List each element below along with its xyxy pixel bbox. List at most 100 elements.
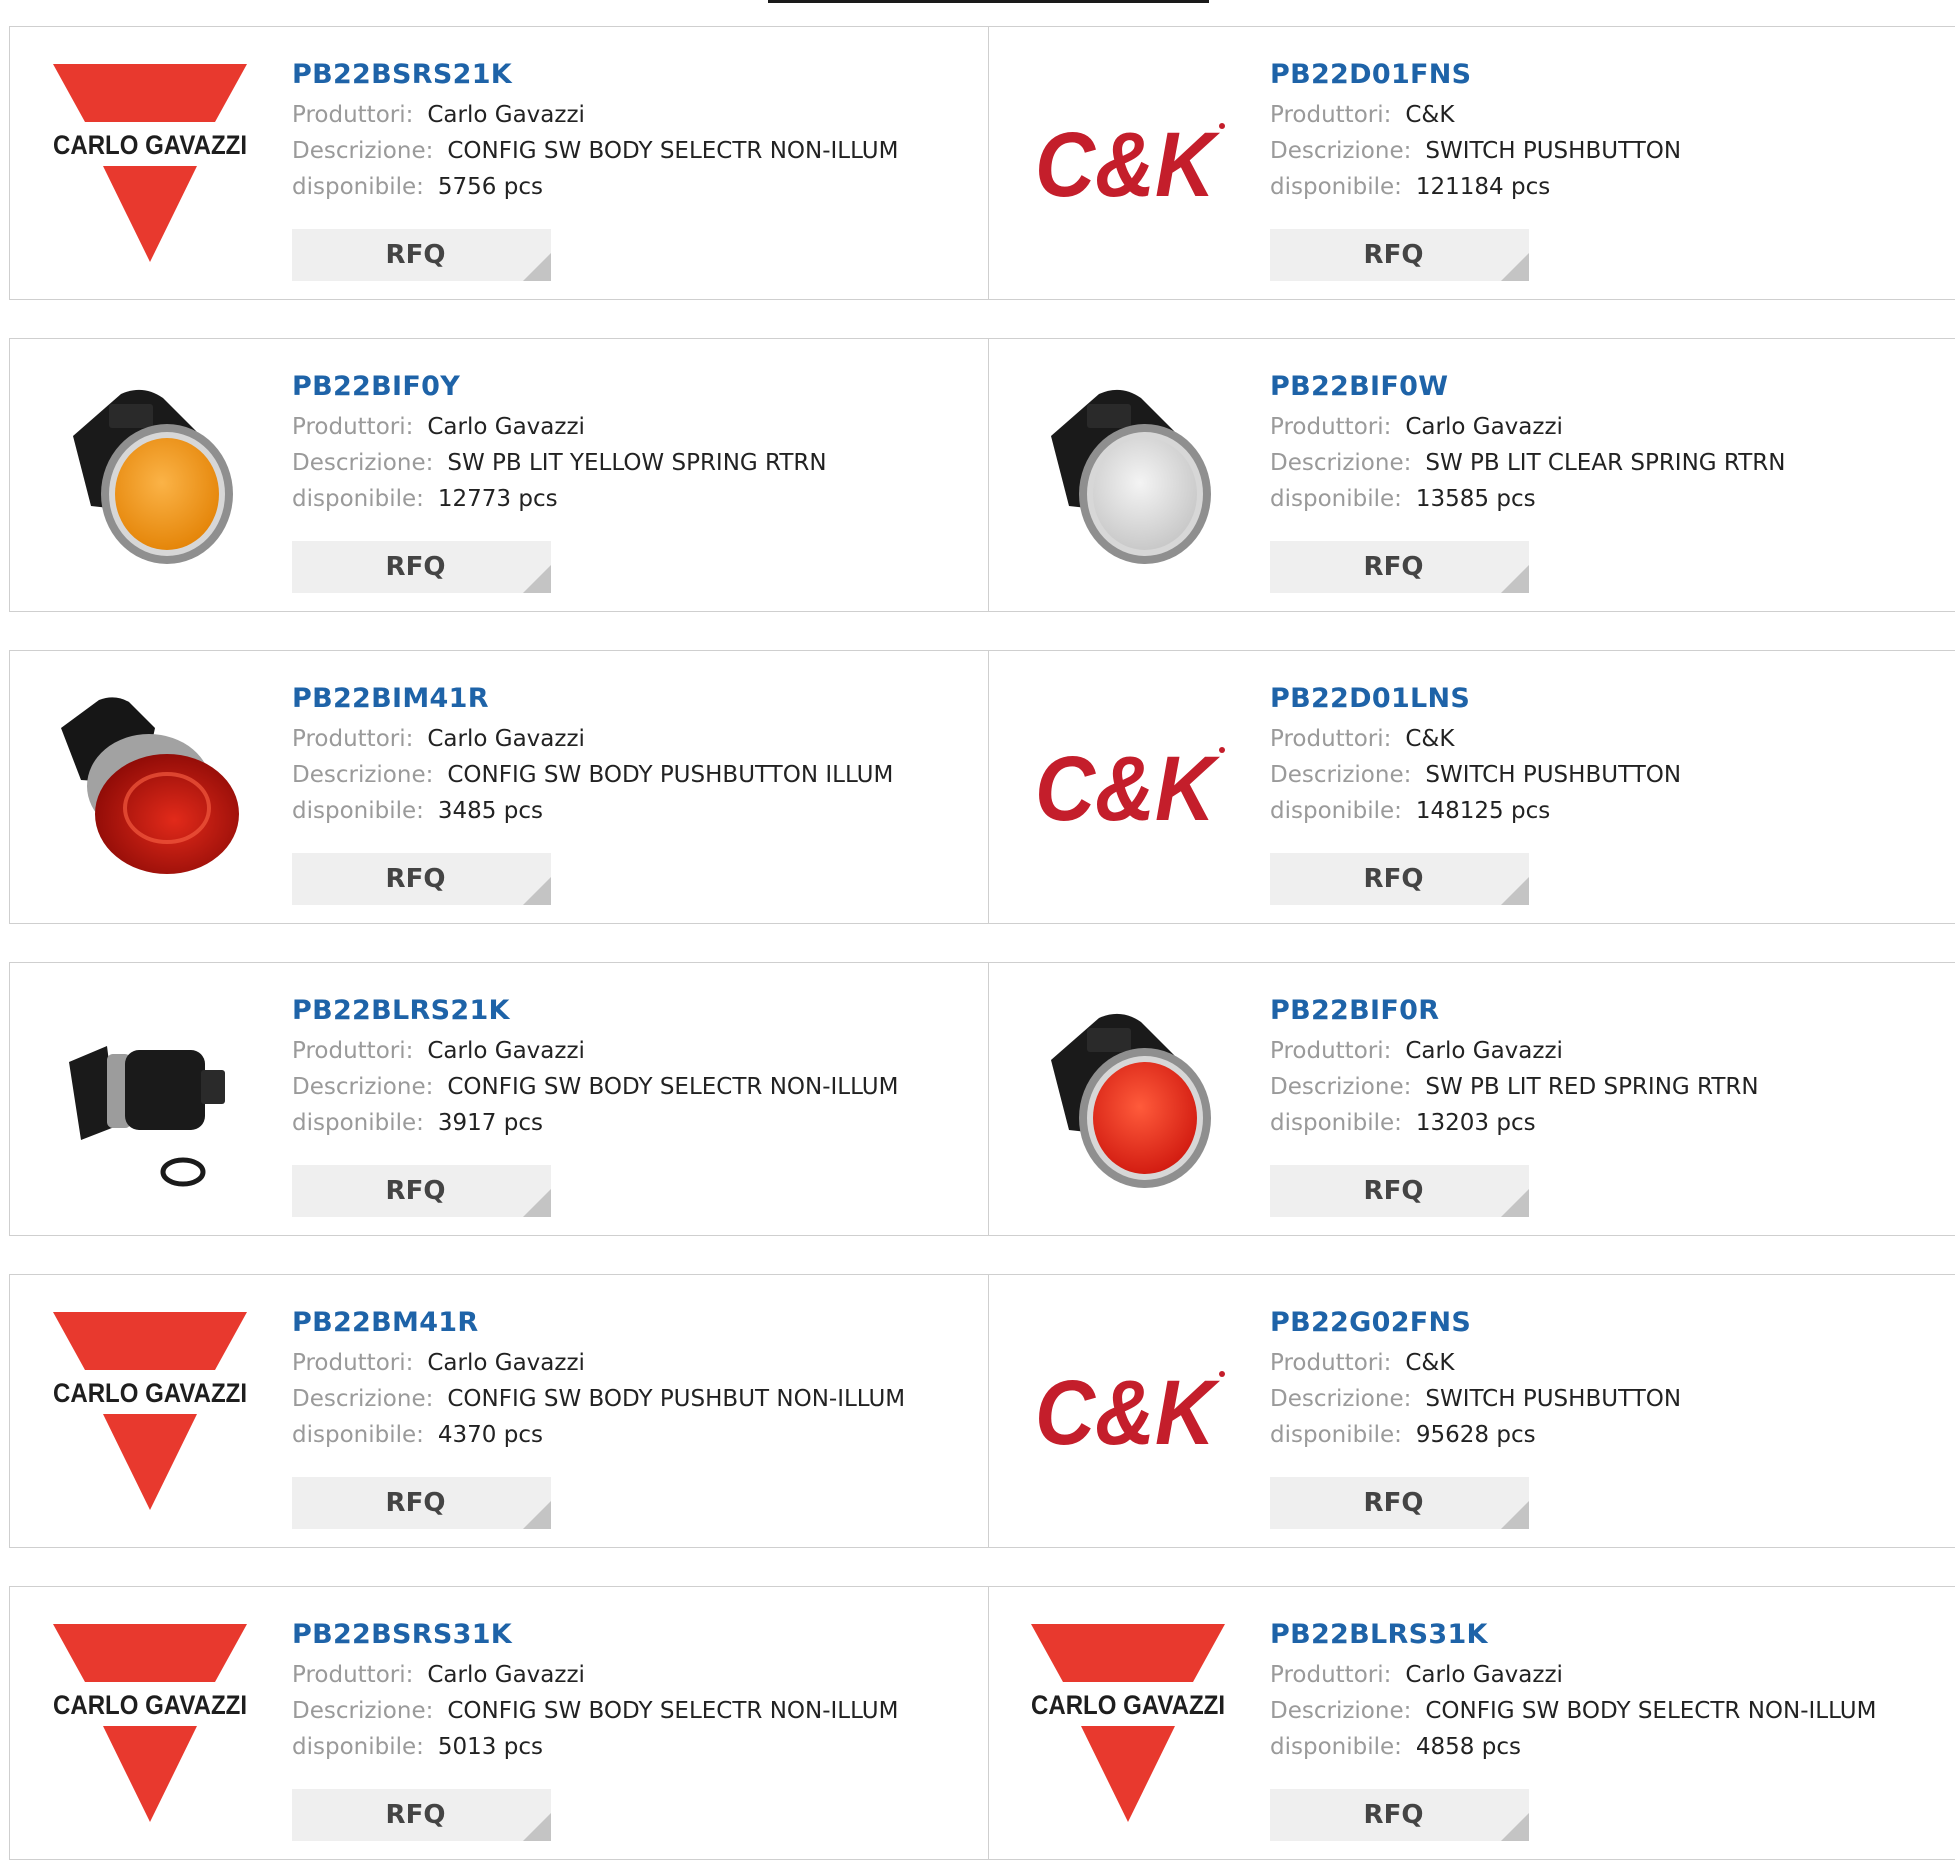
part-number-link[interactable]: PB22BLRS31K xyxy=(1270,1617,1876,1653)
manufacturer-line: Produttori: Carlo Gavazzi xyxy=(292,1345,905,1381)
description-label: Descrizione: xyxy=(1270,1386,1412,1412)
availability-line: disponibile: 95628 pcs xyxy=(1270,1417,1681,1453)
ck-logo[interactable]: C&K xyxy=(1029,64,1227,262)
product-info: PB22BIM41R Produttori: Carlo Gavazzi Descri… xyxy=(292,681,893,829)
product-image-mushroom-red[interactable] xyxy=(51,688,249,886)
product-card: CARLO GAVAZZI PB22BLRS31K Produttori: Carl… xyxy=(988,1587,1955,1859)
availability-value: 13203 pcs xyxy=(1415,1110,1536,1136)
ck-logo[interactable]: C&K xyxy=(1029,1312,1227,1510)
rfq-button[interactable]: RFQ xyxy=(1270,1165,1529,1217)
rfq-button[interactable]: RFQ xyxy=(1270,1477,1529,1529)
carlo-gavazzi-logo[interactable]: CARLO GAVAZZI xyxy=(51,1624,249,1822)
carlo-gavazzi-logo[interactable]: CARLO GAVAZZI xyxy=(1029,1624,1227,1822)
carlo-gavazzi-logo[interactable]: CARLO GAVAZZI xyxy=(51,64,249,262)
part-number-link[interactable]: PB22BSRS31K xyxy=(292,1617,898,1653)
product-image-selector-switch[interactable] xyxy=(51,1000,249,1198)
brand-name: C&K xyxy=(1035,738,1221,840)
description-label: Descrizione: xyxy=(292,1386,434,1412)
availability-label: disponibile: xyxy=(292,798,424,824)
rfq-button[interactable]: RFQ xyxy=(1270,853,1529,905)
description-label: Descrizione: xyxy=(292,762,434,788)
manufacturer-line: Produttori: Carlo Gavazzi xyxy=(1270,1033,1759,1069)
description-line: Descrizione: CONFIG SW BODY SELECTR NON-I… xyxy=(292,1693,898,1729)
manufacturer-label: Produttori: xyxy=(1270,102,1392,128)
availability-line: disponibile: 148125 pcs xyxy=(1270,793,1681,829)
description-line: Descrizione: SWITCH PUSHBUTTON xyxy=(1270,757,1681,793)
rfq-button[interactable]: RFQ xyxy=(292,1165,551,1217)
part-number-link[interactable]: PB22BIF0R xyxy=(1270,993,1759,1029)
ck-logo[interactable]: C&K xyxy=(1029,688,1227,886)
product-card: C&K PB22G02FNS Produttori: C&K Descrizione:… xyxy=(988,1275,1955,1547)
product-image-pushbutton-red[interactable] xyxy=(1029,1000,1227,1198)
product-info: PB22BIF0Y Produttori: Carlo Gavazzi Descriz… xyxy=(292,369,827,517)
description-line: Descrizione: SW PB LIT YELLOW SPRING RTRN xyxy=(292,445,827,481)
brand-name: CARLO GAVAZZI xyxy=(53,1690,247,1720)
manufacturer-label: Produttori: xyxy=(1270,1038,1392,1064)
product-image-pushbutton-yellow[interactable] xyxy=(51,376,249,574)
product-card: PB22BIF0W Produttori: Carlo Gavazzi Descriz… xyxy=(988,339,1955,611)
rfq-button[interactable]: RFQ xyxy=(292,1789,551,1841)
product-row: CARLO GAVAZZI PB22BSRS21K Produttori: Carl… xyxy=(9,26,1955,300)
product-info: PB22BSRS21K Produttori: Carlo Gavazzi Descr… xyxy=(292,57,898,205)
product-card: PB22BIF0R Produttori: Carlo Gavazzi Descriz… xyxy=(988,963,1955,1235)
availability-label: disponibile: xyxy=(292,1110,424,1136)
availability-line: disponibile: 3917 pcs xyxy=(292,1105,898,1141)
rfq-button[interactable]: RFQ xyxy=(292,229,551,281)
manufacturer-value: Carlo Gavazzi xyxy=(427,102,585,128)
availability-label: disponibile: xyxy=(292,1422,424,1448)
availability-line: disponibile: 13203 pcs xyxy=(1270,1105,1759,1141)
manufacturer-label: Produttori: xyxy=(292,1038,414,1064)
product-info: PB22BLRS31K Produttori: Carlo Gavazzi Descr… xyxy=(1270,1617,1876,1765)
rfq-button[interactable]: RFQ xyxy=(292,541,551,593)
part-number-link[interactable]: PB22BSRS21K xyxy=(292,57,898,93)
rfq-button[interactable]: RFQ xyxy=(1270,541,1529,593)
description-label: Descrizione: xyxy=(292,450,434,476)
rfq-button[interactable]: RFQ xyxy=(292,853,551,905)
part-number-link[interactable]: PB22G02FNS xyxy=(1270,1305,1681,1341)
description-line: Descrizione: SW PB LIT CLEAR SPRING RTRN xyxy=(1270,445,1785,481)
manufacturer-value: Carlo Gavazzi xyxy=(1405,1662,1563,1688)
description-value: SW PB LIT CLEAR SPRING RTRN xyxy=(1425,450,1786,476)
rfq-button[interactable]: RFQ xyxy=(292,1477,551,1529)
product-image-pushbutton-clear[interactable] xyxy=(1029,376,1227,574)
rfq-button[interactable]: RFQ xyxy=(1270,229,1529,281)
part-number-link[interactable]: PB22BIF0W xyxy=(1270,369,1785,405)
availability-line: disponibile: 5756 pcs xyxy=(292,169,898,205)
part-number-link[interactable]: PB22BIM41R xyxy=(292,681,893,717)
product-card: PB22BLRS21K Produttori: Carlo Gavazzi Descr… xyxy=(10,963,989,1235)
availability-line: disponibile: 4370 pcs xyxy=(292,1417,905,1453)
manufacturer-line: Produttori: C&K xyxy=(1270,97,1681,133)
availability-line: disponibile: 121184 pcs xyxy=(1270,169,1681,205)
manufacturer-value: Carlo Gavazzi xyxy=(1405,1038,1563,1064)
part-number-link[interactable]: PB22BIF0Y xyxy=(292,369,827,405)
availability-line: disponibile: 12773 pcs xyxy=(292,481,827,517)
manufacturer-label: Produttori: xyxy=(292,1662,414,1688)
brand-name: CARLO GAVAZZI xyxy=(53,130,247,160)
manufacturer-value: Carlo Gavazzi xyxy=(427,726,585,752)
product-row: PB22BIF0Y Produttori: Carlo Gavazzi Descriz… xyxy=(9,338,1955,612)
availability-label: disponibile: xyxy=(1270,1422,1402,1448)
availability-value: 4858 pcs xyxy=(1415,1734,1521,1760)
carlo-gavazzi-logo[interactable]: CARLO GAVAZZI xyxy=(51,1312,249,1510)
part-number-link[interactable]: PB22BLRS21K xyxy=(292,993,898,1029)
availability-label: disponibile: xyxy=(1270,1734,1402,1760)
product-row: PB22BIM41R Produttori: Carlo Gavazzi Descri… xyxy=(9,650,1955,924)
part-number-link[interactable]: PB22BM41R xyxy=(292,1305,905,1341)
availability-line: disponibile: 3485 pcs xyxy=(292,793,893,829)
part-number-link[interactable]: PB22D01LNS xyxy=(1270,681,1681,717)
availability-label: disponibile: xyxy=(1270,174,1402,200)
availability-label: disponibile: xyxy=(292,1734,424,1760)
description-label: Descrizione: xyxy=(292,1698,434,1724)
description-value: SW PB LIT RED SPRING RTRN xyxy=(1425,1074,1759,1100)
description-value: CONFIG SW BODY SELECTR NON-ILLUM xyxy=(447,1698,899,1724)
product-row: CARLO GAVAZZI PB22BSRS31K Produttori: Carl… xyxy=(9,1586,1955,1860)
product-card: C&K PB22D01FNS Produttori: C&K Descrizione:… xyxy=(988,27,1955,299)
description-line: Descrizione: SW PB LIT RED SPRING RTRN xyxy=(1270,1069,1759,1105)
product-card: CARLO GAVAZZI PB22BM41R Produttori: Carlo … xyxy=(10,1275,989,1547)
rfq-button[interactable]: RFQ xyxy=(1270,1789,1529,1841)
part-number-link[interactable]: PB22D01FNS xyxy=(1270,57,1681,93)
description-line: Descrizione: CONFIG SW BODY PUSHBUT NON-I… xyxy=(292,1381,905,1417)
manufacturer-line: Produttori: Carlo Gavazzi xyxy=(1270,1657,1876,1693)
availability-label: disponibile: xyxy=(1270,1110,1402,1136)
manufacturer-value: Carlo Gavazzi xyxy=(427,414,585,440)
